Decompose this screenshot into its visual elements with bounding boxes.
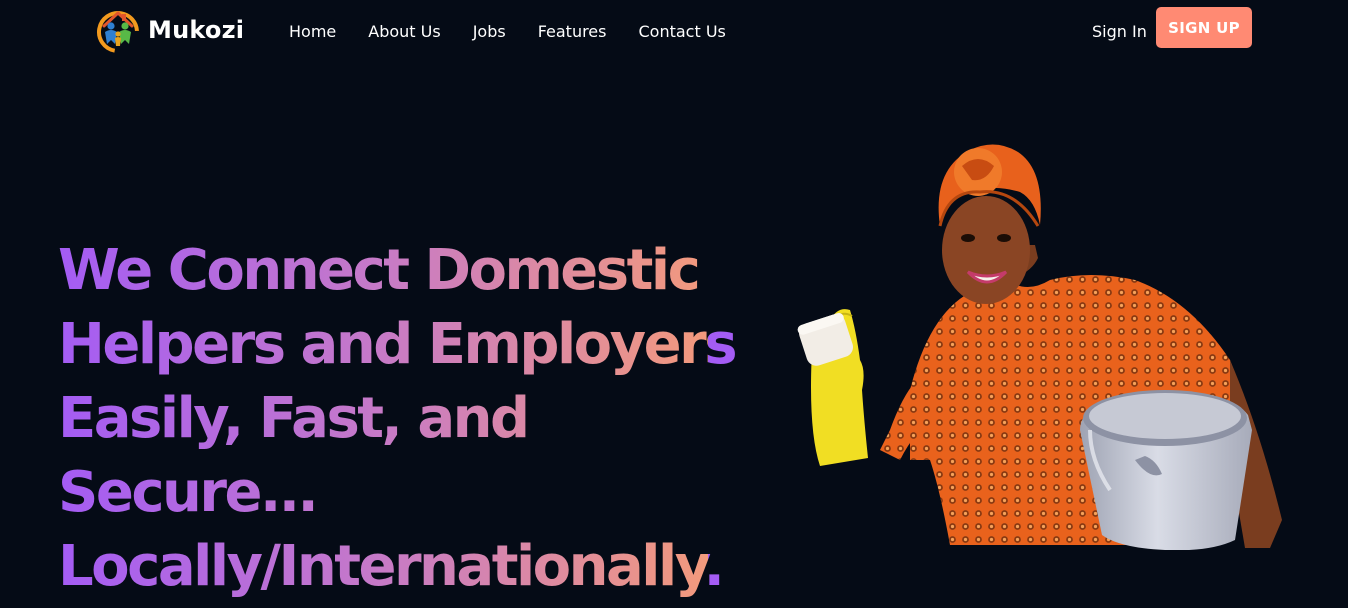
sign-in-link[interactable]: Sign In	[1076, 18, 1163, 46]
nav-jobs-link[interactable]: Jobs	[457, 18, 522, 46]
hero-line: We Connect Domestic	[58, 234, 778, 308]
nav-home-link[interactable]: Home	[273, 18, 352, 46]
hero-line: Easily, Fast, and	[58, 382, 778, 456]
hero-line: Secure...	[58, 456, 778, 530]
hero-line: Locally/Internationally.	[58, 530, 778, 604]
hero-headline: We Connect Domestic Helpers and Employer…	[58, 234, 778, 604]
nav-contact-link[interactable]: Contact Us	[622, 18, 741, 46]
brand-name: Mukozi	[148, 16, 245, 44]
woman-cleaning-with-bucket-illustration	[797, 144, 1282, 550]
navbar: Mukozi Home About Us Jobs Features Conta…	[0, 0, 1348, 64]
page: Mukozi Home About Us Jobs Features Conta…	[0, 0, 1348, 608]
main-menu: Home About Us Jobs Features Contact Us	[273, 18, 742, 46]
house-family-logo-icon	[97, 11, 139, 53]
nav-features-link[interactable]: Features	[522, 18, 623, 46]
hero-line: Helpers and Employers	[58, 308, 778, 382]
brand-home-link[interactable]: Mukozi	[94, 6, 244, 54]
nav-about-link[interactable]: About Us	[352, 18, 456, 46]
sign-up-button[interactable]: SIGN UP	[1156, 7, 1252, 48]
